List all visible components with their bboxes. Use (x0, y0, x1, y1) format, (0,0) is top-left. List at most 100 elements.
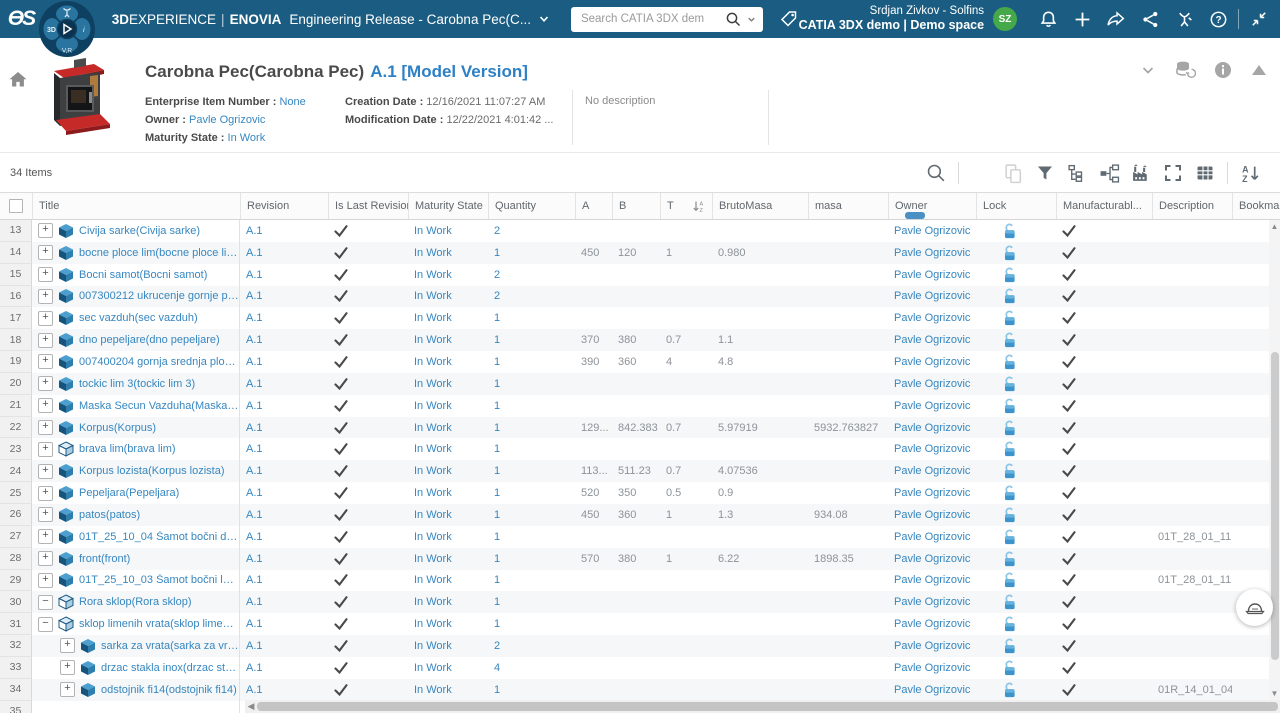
column-header-revision[interactable]: Revision (240, 193, 328, 219)
owner-link[interactable]: Pavle Ogrizovic (894, 574, 970, 586)
search-options-chevron-icon[interactable] (746, 14, 757, 25)
lock-open-icon[interactable] (1003, 398, 1017, 414)
maturity-state-value[interactable]: In Work (414, 509, 452, 521)
table-row[interactable]: 31−sklop limenih vrata(sklop limenih ...… (0, 613, 1280, 635)
owner-link[interactable]: Pavle Ogrizovic (894, 618, 970, 630)
owner-link[interactable]: Pavle Ogrizovic (894, 487, 970, 499)
lock-open-icon[interactable] (1003, 332, 1017, 348)
maturity-state-value[interactable]: In Work (414, 290, 452, 302)
column-header-is-last-revision[interactable]: Is Last Revision (328, 193, 408, 219)
owner-link[interactable]: Pavle Ogrizovic (894, 422, 970, 434)
maturity-state-value[interactable]: In Work (228, 132, 266, 144)
table-row[interactable]: 23+brava lim(brava lim)A.1In Work1Pavle … (0, 438, 1280, 460)
maturity-state-value[interactable]: In Work (414, 225, 452, 237)
table-row[interactable]: 18+dno pepeljare(dno pepeljare)A.1In Wor… (0, 329, 1280, 351)
app-title-chevron-icon[interactable] (537, 12, 551, 26)
expand-row-button[interactable]: + (38, 267, 53, 282)
lock-open-icon[interactable] (1003, 660, 1017, 676)
manufacturing-icon[interactable] (1126, 158, 1156, 188)
maturity-state-value[interactable]: In Work (414, 574, 452, 586)
scroll-down-arrow-icon[interactable]: ▼ (1269, 689, 1280, 698)
expand-row-button[interactable]: + (38, 507, 53, 522)
scroll-left-arrow-icon[interactable]: ◀ (245, 700, 257, 713)
lock-open-icon[interactable] (1003, 223, 1017, 239)
maturity-state-value[interactable]: In Work (414, 400, 452, 412)
title-link[interactable]: Maska Secun Vazduha(Maska Se... (79, 400, 239, 412)
table-row[interactable]: 25+Pepeljara(Pepeljara)A.1In Work1520350… (0, 482, 1280, 504)
lock-open-icon[interactable] (1003, 441, 1017, 457)
lock-open-icon[interactable] (1003, 529, 1017, 545)
fullscreen-icon[interactable] (1158, 158, 1188, 188)
title-link[interactable]: Bocni samot(Bocni samot) (79, 269, 207, 281)
lock-open-icon[interactable] (1003, 288, 1017, 304)
maturity-state-value[interactable]: In Work (414, 640, 452, 652)
expand-row-button[interactable]: + (38, 289, 53, 304)
lock-open-icon[interactable] (1003, 594, 1017, 610)
title-link[interactable]: Pepeljara(Pepeljara) (79, 487, 179, 499)
home-icon[interactable] (8, 70, 28, 94)
maturity-state-value[interactable]: In Work (414, 553, 452, 565)
owner-link[interactable]: Pavle Ogrizovic (894, 290, 970, 302)
lock-open-icon[interactable] (1003, 682, 1017, 698)
title-link[interactable]: Civija sarke(Civija sarke) (79, 225, 200, 237)
title-link[interactable]: Rora sklop(Rora sklop) (79, 596, 191, 608)
owner-link[interactable]: Pavle Ogrizovic (894, 465, 970, 477)
lock-open-icon[interactable] (1003, 485, 1017, 501)
maturity-state-value[interactable]: In Work (414, 378, 452, 390)
help-icon[interactable]: ? (1201, 2, 1235, 36)
title-link[interactable]: Korpus(Korpus) (79, 422, 156, 434)
table-row[interactable]: 33+drzac stakla inox(drzac stakla...A.1I… (0, 657, 1280, 679)
column-header-t[interactable]: TAZ (660, 193, 712, 219)
owner-link[interactable]: Pavle Ogrizovic (894, 684, 970, 696)
column-header-manufacturabl[interactable]: Manufacturabl... (1056, 193, 1152, 219)
title-link[interactable]: odstojnik fi14(odstojnik fi14) (101, 684, 237, 696)
product-thumbnail[interactable] (46, 56, 116, 138)
sort-icon[interactable]: AZ (1235, 158, 1265, 188)
column-header-b[interactable]: B (612, 193, 660, 219)
maturity-state-value[interactable]: In Work (414, 443, 452, 455)
lock-open-icon[interactable] (1003, 616, 1017, 632)
table-row[interactable]: 17+sec vazduh(sec vazduh)A.1In Work1Pavl… (0, 307, 1280, 329)
lock-open-icon[interactable] (1003, 245, 1017, 261)
expand-row-button[interactable]: + (38, 442, 53, 457)
tag-icon[interactable] (779, 9, 799, 29)
title-link[interactable]: Korpus lozista(Korpus lozista) (79, 465, 225, 477)
maturity-state-value[interactable]: In Work (414, 334, 452, 346)
3dexperience-compass[interactable]: 3D i V,R (38, 0, 96, 63)
lock-open-icon[interactable] (1003, 267, 1017, 283)
owner-link[interactable]: Pavle Ogrizovic (894, 596, 970, 608)
global-search[interactable] (571, 7, 763, 32)
title-link[interactable]: sec vazduh(sec vazduh) (79, 312, 198, 324)
search-icon[interactable] (725, 11, 742, 28)
title-link[interactable]: dno pepeljare(dno pepeljare) (79, 334, 220, 346)
owner-link[interactable]: Pavle Ogrizovic (894, 531, 970, 543)
table-row[interactable]: 15+Bocni samot(Bocni samot)A.1In Work2Pa… (0, 264, 1280, 286)
expand-row-button[interactable]: + (38, 311, 53, 326)
title-link[interactable]: front(front) (79, 553, 130, 565)
title-link[interactable]: bocne ploce lim(bocne ploce lim) (79, 247, 239, 259)
expand-row-button[interactable]: + (38, 245, 53, 260)
owner-link[interactable]: Pavle Ogrizovic (894, 269, 970, 281)
expand-row-button[interactable]: + (38, 529, 53, 544)
table-row[interactable]: 29+01T_25_10_03 Šamot bočni levi ...A.1I… (0, 570, 1280, 592)
maturity-state-value[interactable]: In Work (414, 531, 452, 543)
maturity-state-value[interactable]: In Work (414, 618, 452, 630)
owner-link[interactable]: Pavle Ogrizovic (894, 509, 970, 521)
table-row[interactable]: 22+Korpus(Korpus)A.1In Work1129...842.38… (0, 417, 1280, 439)
column-header-maturity-state[interactable]: Maturity State (408, 193, 488, 219)
horizontal-scrollbar-thumb[interactable] (257, 702, 1278, 711)
table-row[interactable]: 14+bocne ploce lim(bocne ploce lim)A.1In… (0, 242, 1280, 264)
maturity-state-value[interactable]: In Work (414, 662, 452, 674)
title-link[interactable]: drzac stakla inox(drzac stakla... (101, 662, 239, 674)
lock-open-icon[interactable] (1003, 551, 1017, 567)
column-header-description[interactable]: Description (1152, 193, 1232, 219)
title-link[interactable]: 01T_25_10_03 Šamot bočni levi ... (79, 574, 239, 586)
collapse-row-button[interactable]: − (38, 595, 53, 610)
column-header-quantity[interactable]: Quantity (488, 193, 575, 219)
owner-link[interactable]: Pavle Ogrizovic (894, 400, 970, 412)
lock-open-icon[interactable] (1003, 572, 1017, 588)
expand-row-button[interactable]: + (38, 420, 53, 435)
owner-link[interactable]: Pavle Ogrizovic (189, 114, 265, 126)
lock-open-icon[interactable] (1003, 463, 1017, 479)
column-header-masa[interactable]: masa (808, 193, 888, 219)
